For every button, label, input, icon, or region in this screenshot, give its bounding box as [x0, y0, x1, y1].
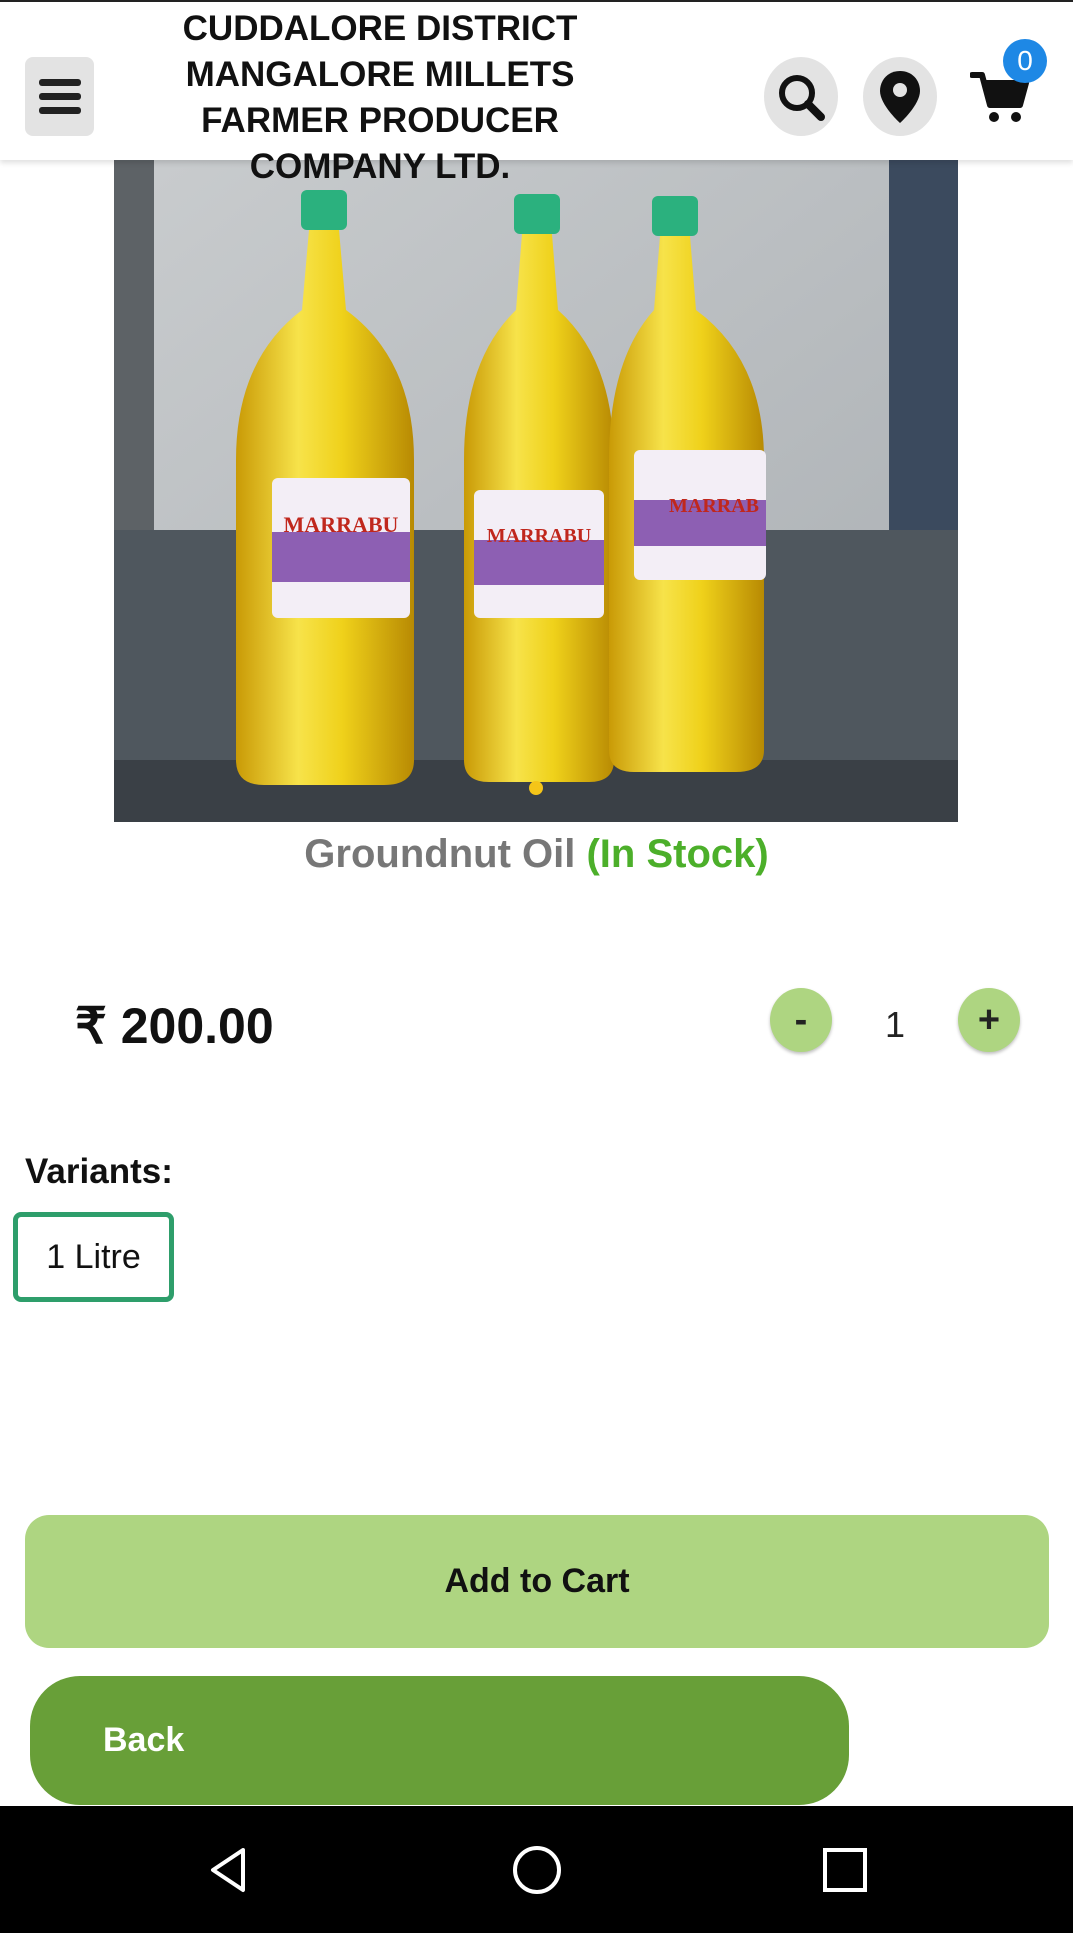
product-photo: MARRABU MARRABU MARRAB	[114, 160, 958, 822]
recents-square-icon[interactable]	[817, 1842, 873, 1898]
variant-option-selected[interactable]: 1 Litre	[13, 1212, 174, 1302]
quantity-value: 1	[884, 1004, 906, 1045]
svg-text:MARRABU: MARRABU	[487, 525, 591, 547]
stock-status: (In Stock)	[586, 832, 769, 876]
home-circle-icon[interactable]	[509, 1842, 565, 1898]
back-triangle-icon[interactable]	[201, 1842, 257, 1898]
product-name: Groundnut Oil	[304, 832, 576, 876]
carousel-dot-active[interactable]	[529, 781, 543, 795]
cart-count-badge: 0	[1003, 39, 1047, 83]
product-price: ₹ 200.00	[75, 998, 274, 1054]
menu-button[interactable]	[25, 57, 94, 136]
svg-text:MARRABU: MARRABU	[284, 512, 399, 537]
search-icon	[779, 74, 825, 121]
app-header: CUDDALORE DISTRICT MANGALORE MILLETS FAR…	[0, 0, 1073, 186]
quantity-decrease-button[interactable]: -	[770, 988, 832, 1052]
location-pin-icon	[880, 70, 920, 123]
add-to-cart-button[interactable]: Add to Cart	[25, 1515, 1049, 1648]
location-button[interactable]	[863, 57, 937, 136]
product-image[interactable]: MARRABU MARRABU MARRAB	[114, 160, 958, 822]
svg-text:MARRAB: MARRAB	[669, 495, 759, 517]
menu-icon	[38, 79, 81, 86]
search-button[interactable]	[764, 57, 838, 136]
system-navigation-bar	[0, 1806, 1073, 1933]
back-button[interactable]: Back	[30, 1676, 849, 1805]
quantity-increase-button[interactable]: +	[958, 988, 1020, 1052]
variants-label: Variants:	[25, 1152, 173, 1191]
company-name: CUDDALORE DISTRICT MANGALORE MILLETS FAR…	[182, 9, 578, 186]
product-title: Groundnut Oil (In Stock)	[0, 826, 1073, 882]
